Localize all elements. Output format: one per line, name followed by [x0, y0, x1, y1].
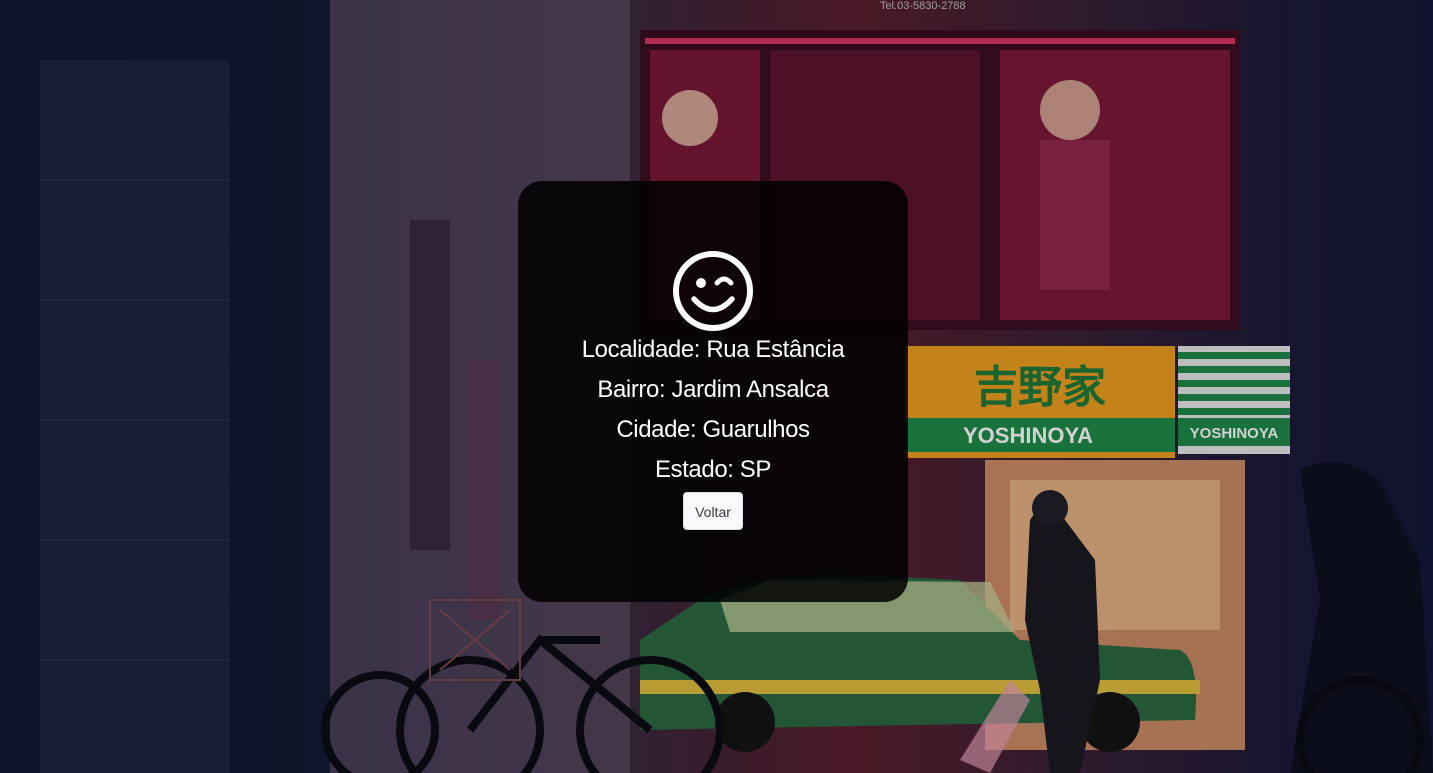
- cidade-text: Cidade: Guarulhos: [616, 416, 810, 443]
- localidade-text: Localidade: Rua Estância: [581, 336, 845, 363]
- bairro-text: Bairro: Jardim Ansalca: [597, 376, 829, 403]
- address-result-card: Localidade: Rua Estância Bairro: Jardim …: [518, 181, 908, 602]
- back-button[interactable]: Voltar: [683, 492, 743, 530]
- smile-wink-icon: [673, 251, 753, 331]
- estado-text: Estado: SP: [654, 456, 772, 483]
